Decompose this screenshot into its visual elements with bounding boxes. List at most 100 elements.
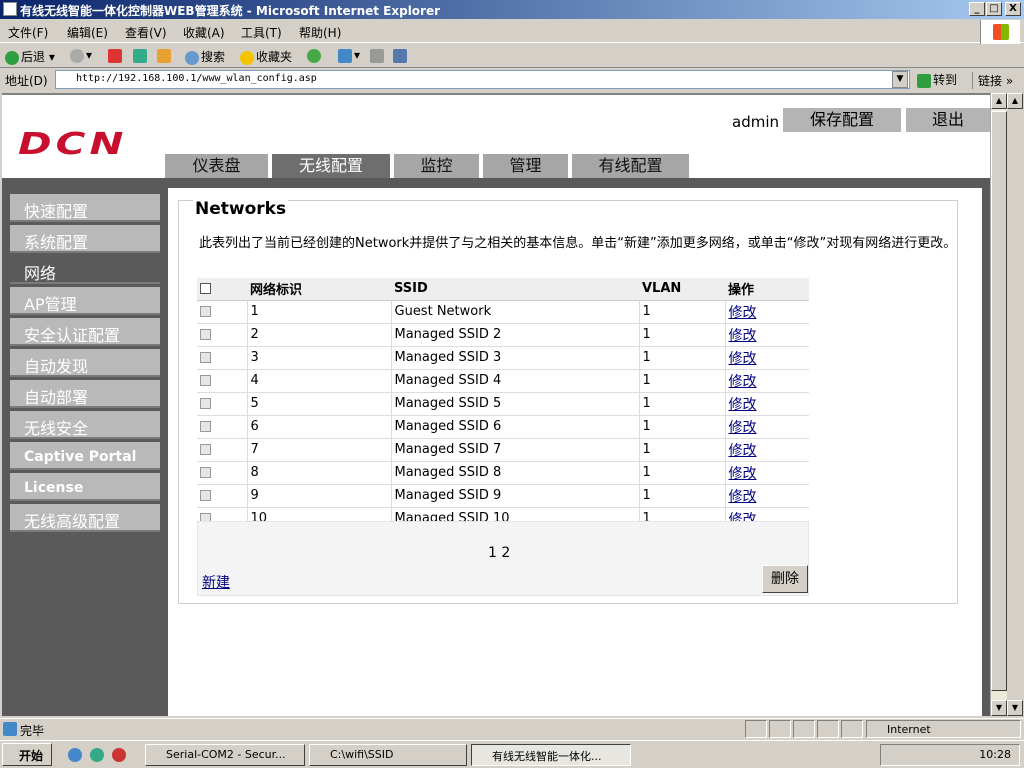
row-checkbox[interactable] <box>200 421 211 432</box>
column-header-vlan: VLAN <box>639 278 725 301</box>
pagination[interactable]: 1 2 <box>488 545 510 561</box>
print-icon <box>370 48 384 63</box>
menu-edit[interactable]: 编辑(E) <box>67 24 108 41</box>
favorites-button[interactable]: 收藏夹 <box>240 48 292 65</box>
window-title: 有线无线智能一体化控制器WEB管理系统 - Microsoft Internet… <box>20 4 441 18</box>
networks-fieldset: Networks 此表列出了当前已经创建的Network并提供了与之相关的基本信… <box>178 199 958 604</box>
menu-bar: 文件(F) 编辑(E) 查看(V) 收藏(A) 工具(T) 帮助(H) <box>0 19 1024 43</box>
sidebar-item-ap-management[interactable]: AP管理 <box>10 287 160 315</box>
network-vlan: 1 <box>639 484 726 508</box>
browser-toolbar: 后退 ▾ ▾ 搜索 收藏夹 ▾ <box>0 44 1024 68</box>
links-button[interactable]: 链接 » <box>972 72 1013 89</box>
edit-link[interactable]: 修改 <box>729 397 757 413</box>
task-ie-window[interactable]: 有线无线智能一体化... <box>471 744 631 766</box>
network-vlan: 1 <box>639 300 726 324</box>
row-checkbox[interactable] <box>200 375 211 386</box>
window-scroll-up-icon[interactable]: ▲ <box>1007 93 1023 109</box>
row-checkbox[interactable] <box>200 398 211 409</box>
edit-link[interactable]: 修改 <box>729 466 757 482</box>
sidebar-item-system-config[interactable]: 系统配置 <box>10 225 160 253</box>
row-checkbox[interactable] <box>200 352 211 363</box>
quicklaunch-desktop-icon[interactable] <box>90 748 104 762</box>
refresh-icon <box>133 48 147 63</box>
sidebar-item-security-auth[interactable]: 安全认证配置 <box>10 318 160 346</box>
menu-tools[interactable]: 工具(T) <box>241 24 282 41</box>
page-scrollbar[interactable]: ▲ ▼ <box>990 93 1007 716</box>
scroll-thumb[interactable] <box>991 111 1007 691</box>
start-button[interactable]: 开始 <box>2 743 52 766</box>
table-row: 8 Managed SSID 8 1 修改 <box>197 461 809 485</box>
stop-button[interactable] <box>108 48 124 63</box>
menu-favorites[interactable]: 收藏(A) <box>183 24 225 41</box>
edit-link[interactable]: 修改 <box>729 489 757 505</box>
sidebar-item-auto-discovery[interactable]: 自动发现 <box>10 349 160 377</box>
menu-file[interactable]: 文件(F) <box>8 24 48 41</box>
sidebar-item-wireless-security[interactable]: 无线安全 <box>10 411 160 439</box>
edit-link[interactable]: 修改 <box>729 420 757 436</box>
logout-button[interactable]: 退出 <box>906 108 990 132</box>
print-button[interactable] <box>370 48 386 63</box>
task-folder-ssid[interactable]: C:\wifi\SSID <box>309 744 467 766</box>
edit-link[interactable]: 修改 <box>729 374 757 390</box>
row-checkbox[interactable] <box>200 467 211 478</box>
task-serial-com2[interactable]: Serial-COM2 - Secur... <box>145 744 305 766</box>
minimize-button[interactable]: _ <box>969 2 985 16</box>
edit-link[interactable]: 修改 <box>729 351 757 367</box>
address-dropdown[interactable]: ▼ <box>892 71 908 88</box>
tab-wireless-config[interactable]: 无线配置 <box>272 154 390 178</box>
edit-link[interactable]: 修改 <box>729 328 757 344</box>
window-scrollbar[interactable]: ▲ ▼ <box>1007 93 1024 716</box>
save-config-button[interactable]: 保存配置 <box>783 108 901 132</box>
status-cell <box>745 720 767 738</box>
security-zone: Internet <box>866 720 1021 738</box>
delete-button[interactable]: 删除 <box>762 565 808 593</box>
menu-view[interactable]: 查看(V) <box>125 24 167 41</box>
table-header-row: 网络标识 SSID VLAN 操作 <box>197 278 809 301</box>
edit-link[interactable]: 修改 <box>729 443 757 459</box>
new-network-link[interactable]: 新建 <box>202 572 230 592</box>
current-user: admin <box>732 113 779 131</box>
forward-button[interactable]: ▾ <box>70 48 92 63</box>
mail-button[interactable]: ▾ <box>338 48 360 63</box>
sidebar-item-license[interactable]: License <box>10 473 160 501</box>
networks-description: 此表列出了当前已经创建的Network并提供了与之相关的基本信息。单击“新建”添… <box>199 236 957 251</box>
edit-link[interactable]: 修改 <box>729 305 757 321</box>
edit-page-button[interactable] <box>393 48 409 63</box>
row-action-cell: 修改 <box>725 415 809 439</box>
search-button[interactable]: 搜索 <box>185 48 225 65</box>
close-button[interactable]: X <box>1005 2 1021 16</box>
row-checkbox[interactable] <box>200 329 211 340</box>
sidebar-item-quick-config[interactable]: 快速配置 <box>10 194 160 222</box>
refresh-button[interactable] <box>133 48 149 63</box>
back-label: 后退 <box>21 50 46 64</box>
scroll-up-arrow-icon[interactable]: ▲ <box>991 93 1007 109</box>
tab-wired-config[interactable]: 有线配置 <box>572 154 689 178</box>
window-scroll-down-icon[interactable]: ▼ <box>1007 700 1023 716</box>
row-checkbox[interactable] <box>200 490 211 501</box>
menu-help[interactable]: 帮助(H) <box>299 24 341 41</box>
back-button[interactable]: 后退 ▾ <box>5 48 55 65</box>
sidebar-item-captive-portal[interactable]: Captive Portal <box>10 442 160 470</box>
quicklaunch-app-icon[interactable] <box>112 748 126 762</box>
network-id: 3 <box>247 346 392 370</box>
sidebar-item-network[interactable]: 网络 <box>10 256 160 284</box>
tab-monitor[interactable]: 监控 <box>394 154 479 178</box>
go-button[interactable]: 转到 <box>917 71 957 88</box>
media-button[interactable] <box>307 48 323 63</box>
quicklaunch-ie-icon[interactable] <box>68 748 82 762</box>
tab-management[interactable]: 管理 <box>483 154 568 178</box>
system-tray: 10:28 <box>880 744 1020 766</box>
status-text: 完毕 <box>20 724 45 738</box>
links-label: 链接 <box>978 74 1003 88</box>
sidebar-item-advanced-wireless[interactable]: 无线高级配置 <box>10 504 160 532</box>
scroll-down-arrow-icon[interactable]: ▼ <box>991 700 1007 716</box>
network-ssid: Managed SSID 9 <box>391 484 640 508</box>
select-all-checkbox[interactable] <box>200 283 211 295</box>
tab-dashboard[interactable]: 仪表盘 <box>165 154 268 178</box>
address-input[interactable]: http://192.168.100.1/www_wlan_config.asp <box>55 70 910 89</box>
maximize-button[interactable]: □ <box>986 2 1002 16</box>
sidebar-item-auto-deploy[interactable]: 自动部署 <box>10 380 160 408</box>
home-button[interactable] <box>157 48 173 63</box>
row-checkbox[interactable] <box>200 306 211 317</box>
row-checkbox[interactable] <box>200 444 211 455</box>
